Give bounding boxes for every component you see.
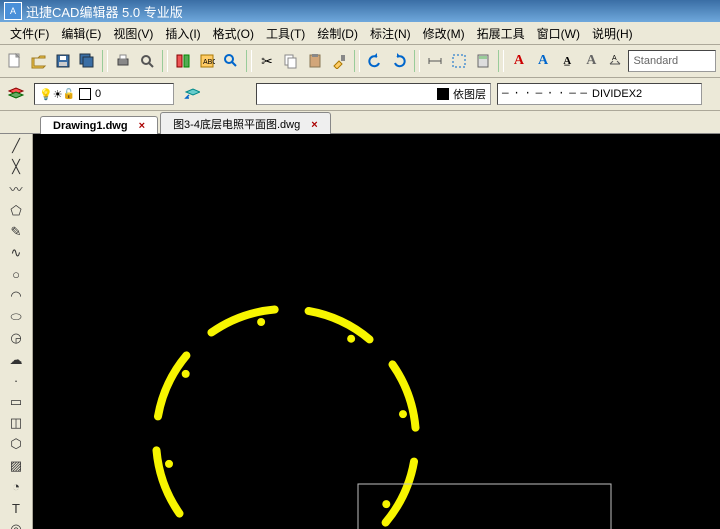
menu-insert[interactable]: 插入(I): [159, 23, 206, 44]
menu-extend[interactable]: 拓展工具: [471, 23, 531, 44]
linetype-preview: — · · — · · — —: [502, 88, 586, 100]
separator: [414, 50, 420, 72]
tab-label: 图3-4底层电照平面图.dwg: [173, 119, 300, 131]
dimstyle-button[interactable]: A: [604, 49, 626, 73]
saveall-button[interactable]: [76, 49, 98, 73]
polygon-tool[interactable]: ⬠: [3, 201, 29, 220]
title-bar: A 迅捷CAD编辑器 5.0 专业版: [0, 0, 720, 22]
document-tabs: Drawing1.dwg × 图3-4底层电照平面图.dwg ×: [0, 111, 720, 134]
linetype-dropdown[interactable]: — · · — · · — — DIVIDEX2: [497, 83, 702, 105]
text-red-button[interactable]: A: [508, 49, 530, 73]
menu-file[interactable]: 文件(F): [4, 23, 55, 44]
layer-dropdown[interactable]: 💡 ☀ 🔓 0: [34, 83, 174, 105]
menu-window[interactable]: 窗口(W): [531, 23, 586, 44]
separator: [102, 50, 108, 72]
copy-button[interactable]: [280, 49, 302, 73]
convert-button[interactable]: [172, 49, 194, 73]
sun-icon: ☀: [53, 88, 63, 101]
color-swatch-black: [437, 88, 449, 100]
arc-tool[interactable]: ◠: [3, 286, 29, 305]
bulb-icon: 💡: [39, 88, 53, 101]
region-tool[interactable]: ◔: [3, 477, 29, 496]
rectangle-tool[interactable]: ▭: [3, 392, 29, 411]
matchprop-button[interactable]: [328, 49, 350, 73]
ellipse-tool[interactable]: ⬭: [3, 308, 29, 327]
preview-button[interactable]: [136, 49, 158, 73]
layer-name: 0: [95, 88, 101, 100]
publish-button[interactable]: ABC: [196, 49, 218, 73]
hatch-tool[interactable]: ▨: [3, 456, 29, 475]
separator: [354, 50, 360, 72]
calc-button[interactable]: [472, 49, 494, 73]
color-label: 依图层: [453, 86, 486, 102]
tab-label: Drawing1.dwg: [53, 120, 128, 132]
canvas-svg: [33, 134, 720, 529]
tab-close-button[interactable]: ×: [311, 119, 317, 131]
lock-icon: 🔓: [63, 89, 75, 100]
menu-view[interactable]: 视图(V): [107, 23, 159, 44]
menu-dimension[interactable]: 标注(N): [364, 23, 417, 44]
linetype-label: DIVIDEX2: [592, 88, 642, 100]
menu-tools[interactable]: 工具(T): [260, 23, 311, 44]
menu-format[interactable]: 格式(O): [207, 23, 260, 44]
toolbar-standard: ABC ✂ A A A̲ A A Standard: [0, 45, 720, 78]
paste-button[interactable]: [304, 49, 326, 73]
spline-tool[interactable]: ∿: [3, 244, 29, 263]
find-button[interactable]: [220, 49, 242, 73]
separator: [498, 50, 504, 72]
undo-button[interactable]: [364, 49, 386, 73]
cut-button[interactable]: ✂: [256, 49, 278, 73]
tab-close-button[interactable]: ×: [139, 120, 145, 132]
app-title: 迅捷CAD编辑器 5.0 专业版: [26, 2, 183, 21]
tab-drawing1[interactable]: Drawing1.dwg ×: [40, 116, 158, 134]
donut-tool[interactable]: ◶: [3, 329, 29, 348]
drawing-canvas[interactable]: [33, 134, 720, 529]
xline-tool[interactable]: ╳: [3, 157, 29, 176]
separator: [162, 50, 168, 72]
tab-drawing2[interactable]: 图3-4底层电照平面图.dwg ×: [160, 112, 331, 134]
text-tool[interactable]: T: [3, 499, 29, 518]
menu-edit[interactable]: 编辑(E): [55, 23, 107, 44]
redo-button[interactable]: [388, 49, 410, 73]
block-tool[interactable]: ◫: [3, 414, 29, 433]
print-button[interactable]: [112, 49, 134, 73]
menu-bar: 文件(F) 编辑(E) 视图(V) 插入(I) 格式(O) 工具(T) 绘制(D…: [0, 22, 720, 45]
app-icon: A: [4, 2, 22, 20]
new-button[interactable]: [4, 49, 26, 73]
color-dropdown[interactable]: 依图层: [256, 83, 491, 105]
menu-help[interactable]: 说明(H): [586, 23, 639, 44]
toolbar-layers: 💡 ☀ 🔓 0 依图层 — · · — · · — — DIVIDEX2: [0, 78, 720, 111]
draw-toolbar: ╱ ╳ 〰 ⬠ ✎ ∿ ○ ◠ ⬭ ◶ ☁ · ▭ ◫ ⬡ ▨ ◔ T ◎: [0, 134, 33, 529]
menu-modify[interactable]: 修改(M): [417, 23, 471, 44]
textstyle-select[interactable]: Standard: [628, 50, 716, 72]
line-tool[interactable]: ╱: [3, 136, 29, 155]
svg-text:ABC: ABC: [203, 59, 215, 66]
work-area: ╱ ╳ 〰 ⬠ ✎ ∿ ○ ◠ ⬭ ◶ ☁ · ▭ ◫ ⬡ ▨ ◔ T ◎: [0, 134, 720, 529]
save-button[interactable]: [52, 49, 74, 73]
color-swatch: [79, 88, 91, 100]
layerprev-button[interactable]: [180, 82, 204, 106]
point-tool[interactable]: ·: [3, 371, 29, 390]
separator: [246, 50, 252, 72]
layermgr-button[interactable]: [4, 82, 28, 106]
qselect-button[interactable]: [448, 49, 470, 73]
svg-text:A: A: [612, 55, 617, 62]
hexagon-tool[interactable]: ⬡: [3, 435, 29, 454]
text-gray-button[interactable]: A: [580, 49, 602, 73]
sketch-tool[interactable]: ✎: [3, 223, 29, 242]
open-button[interactable]: [28, 49, 50, 73]
textstyle-button[interactable]: A̲: [556, 49, 578, 73]
boundary-tool[interactable]: ◎: [3, 520, 29, 529]
revcloud-tool[interactable]: ☁: [3, 350, 29, 369]
dist-button[interactable]: [424, 49, 446, 73]
menu-draw[interactable]: 绘制(D): [311, 23, 364, 44]
text-blue-button[interactable]: A: [532, 49, 554, 73]
circle-tool[interactable]: ○: [3, 265, 29, 284]
polyline-tool[interactable]: 〰: [3, 178, 29, 199]
